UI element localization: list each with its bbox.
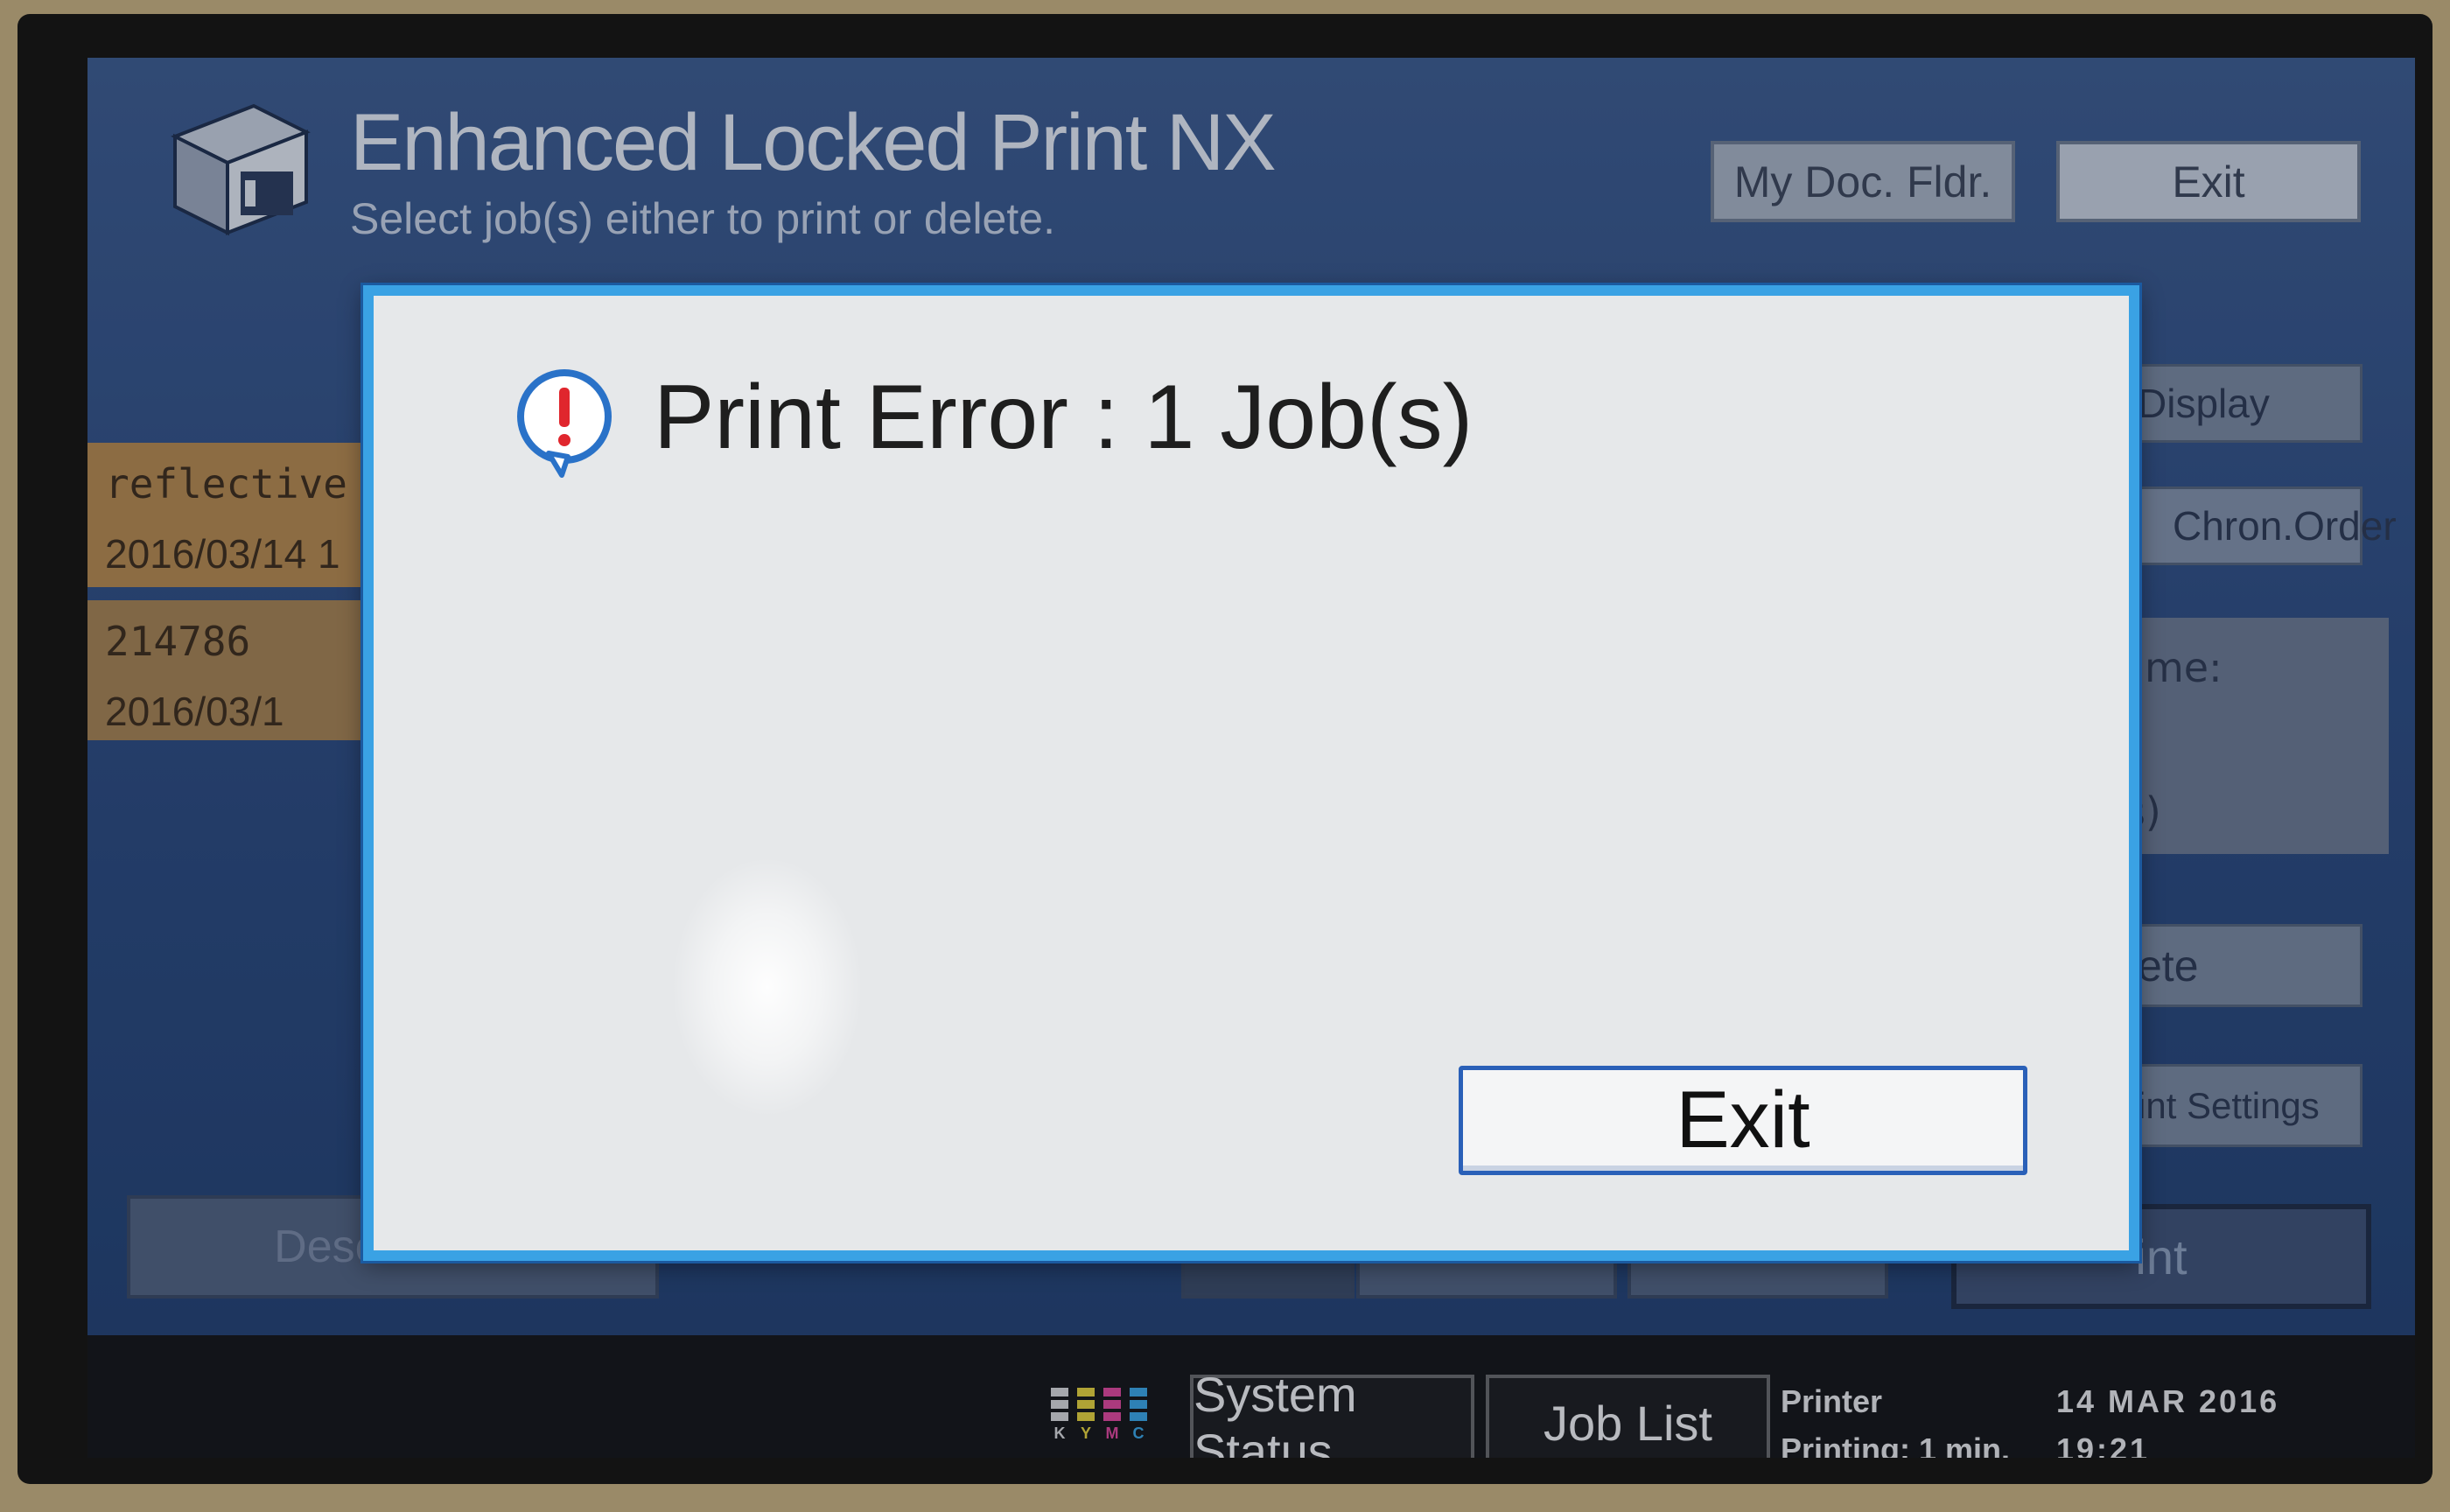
dialog-exit-button[interactable]: Exit — [1459, 1066, 2027, 1175]
alert-icon — [514, 366, 619, 480]
screen-glare — [671, 856, 864, 1118]
print-error-dialog: Print Error : 1 Job(s) Exit — [363, 285, 2139, 1261]
device-bezel: Enhanced Locked Print NX Select job(s) e… — [18, 14, 2432, 1484]
dialog-title: Print Error : 1 Job(s) — [654, 367, 1474, 468]
touch-screen: Enhanced Locked Print NX Select job(s) e… — [88, 58, 2415, 1458]
